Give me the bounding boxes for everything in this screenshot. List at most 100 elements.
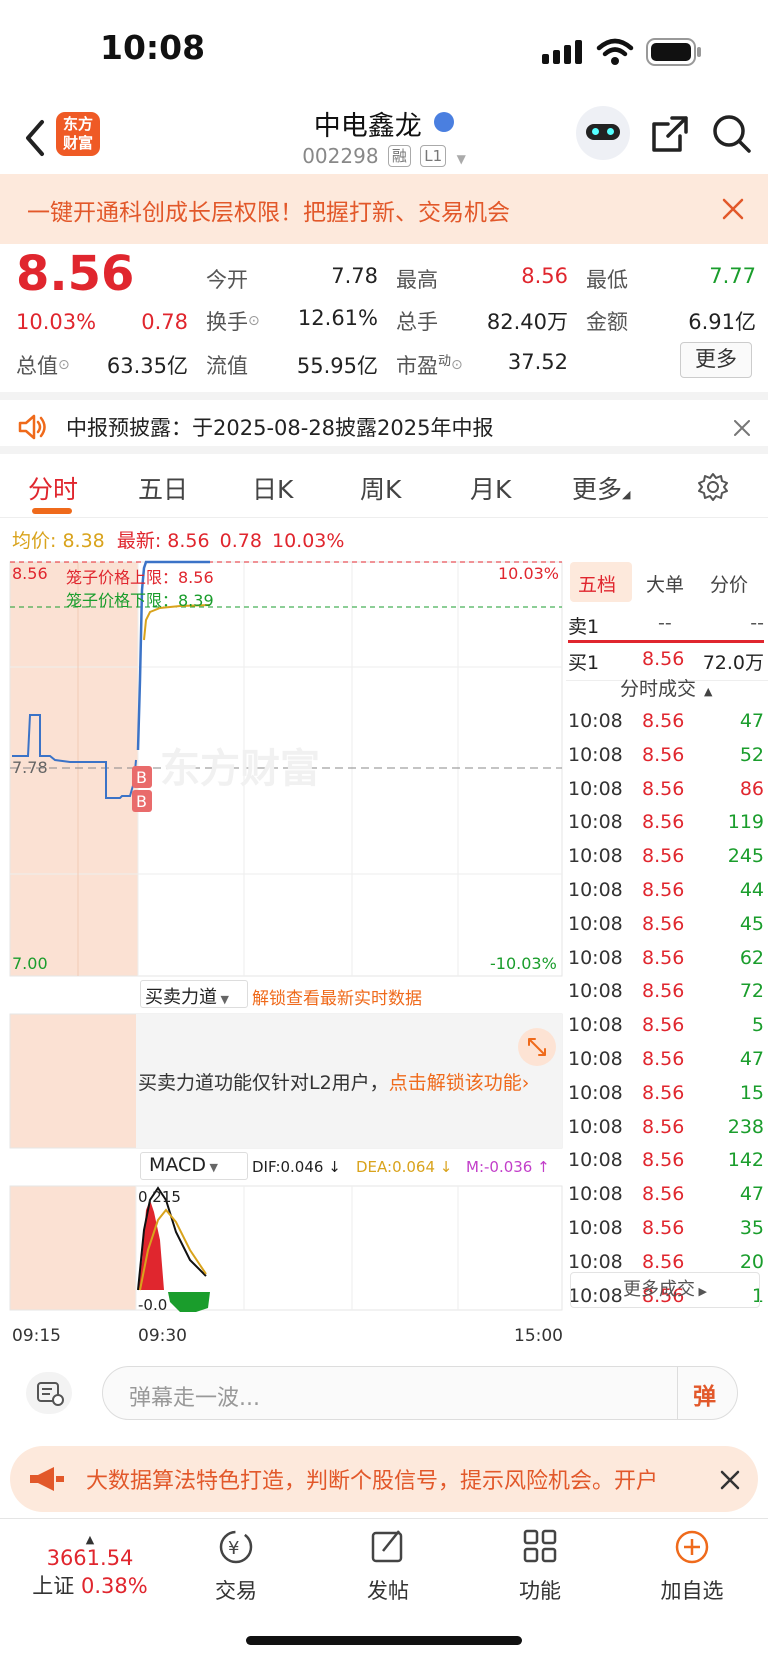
subtab-big-orders[interactable]: 大单 [646,570,684,597]
time-start: 09:15 [12,1326,61,1346]
nav-post[interactable]: 发帖 [328,1527,448,1605]
trade-price: 8.56 [642,1014,685,1037]
mktcap-value: 63.35亿 [106,354,188,378]
close-icon[interactable] [722,198,744,220]
trade-time: 10:08 [568,879,623,901]
tab-more[interactable]: 更多◢ [572,470,630,506]
tab-intraday[interactable]: 分时 [28,470,78,506]
low-label: 最低 [586,268,628,292]
tab-five-day[interactable]: 五日 [138,470,188,506]
danmu-settings-icon[interactable] [26,1372,72,1414]
nav-functions[interactable]: 功能 [480,1527,600,1605]
trade-price: 8.56 [642,811,685,834]
tab-weekly-k[interactable]: 周K [360,470,401,506]
tab-daily-k[interactable]: 日K [252,470,293,506]
trade-time: 10:08 [568,980,623,1003]
trade-row: 10:08 8.56 86 [566,774,768,808]
assistant-avatar-icon[interactable] [576,106,630,160]
trades-title[interactable]: 分时成交 ▲ [620,674,712,701]
trade-price: 8.56 [642,1081,685,1104]
last-price: 8.56 [16,246,135,302]
search-icon[interactable] [712,114,752,154]
settings-gear-icon[interactable] [698,472,728,502]
volume-value: 82.40万 [486,310,568,334]
trade-volume: 47 [739,1048,764,1070]
danmu-input[interactable]: 弹幕走一波... 弹 [102,1366,738,1420]
change-amount: 0.78 [141,310,188,334]
promo-banner[interactable]: 一键开通科创成长层权限！把握打新、交易机会 [0,174,768,244]
buy1-row: 买1 8.56 72.0万 [568,648,764,674]
megaphone-icon [30,1467,64,1491]
nav-index[interactable]: ▲ 3661.54 上证 0.38% [20,1533,160,1600]
speaker-icon [18,414,46,440]
change-percent: 10.03% [16,310,97,334]
axis-min-pct: -10.03% [490,954,557,973]
danmu-send-button[interactable]: 弹 [693,1377,716,1411]
share-icon[interactable] [650,114,690,154]
home-indicator [246,1636,522,1645]
more-trades-button[interactable]: 更多成交 ▶ [570,1272,760,1308]
axis-max-pct: 10.03% [498,564,560,583]
lower-limit-label: 笼子价格下限：8.39 [66,591,214,610]
order-book-panel: 五档 大单 分价 卖1 -- -- 买1 8.56 72.0万 分时成交 ▲ 10… [566,560,768,1320]
power-unlock-link[interactable]: 解锁查看最新实时数据 [252,984,422,1009]
float-label: 流值 [206,354,248,378]
macd-axis-top: 0.215 [138,1188,181,1206]
trade-price: 8.56 [642,946,685,969]
macd-dea: DEA:0.064 ↓ [356,1158,453,1176]
close-icon[interactable] [720,1470,740,1490]
pre-market-shade [10,1014,136,1148]
trade-row: 10:08 8.56 52 [566,740,768,774]
trade-price: 8.56 [642,980,685,1003]
power-unlock-action[interactable]: 点击解锁该功能 [389,1072,522,1094]
margin-tag: 融 [387,145,411,167]
trade-price: 8.56 [642,1250,685,1273]
trade-volume: 20 [739,1250,764,1273]
signal-icon [542,40,582,64]
macd-select[interactable]: MACD ▼ [140,1152,248,1180]
nav-trade[interactable]: ¥ 交易 [176,1527,296,1605]
trade-volume: 35 [739,1217,764,1239]
trade-volume: 15 [739,1081,764,1104]
buy-marker-label: B [136,768,147,787]
trade-price: 8.56 [642,1115,685,1138]
trade-time: 10:08 [568,946,623,969]
subtab-price-dist[interactable]: 分价 [710,570,748,597]
intraday-chart[interactable]: 东方财富 B B 8.56 笼子价格上限：8.56 笼子价格下限：8.39 7.… [0,560,566,1346]
trade-price: 8.56 [642,710,685,732]
trade-time: 10:08 [568,1149,623,1172]
tab-monthly-k[interactable]: 月K [470,470,511,506]
watermark: 东方财富 [160,746,320,792]
intraday-chart-svg: 东方财富 B B [9,560,563,1312]
trade-row: 10:08 8.56 5 [566,1010,768,1044]
edit-post-icon [371,1530,403,1563]
buy-marker-label: B [136,792,147,811]
pre-market-shade [10,1186,136,1310]
power-indicator-select[interactable]: 买卖力道 ▼ [140,980,248,1008]
axis-mid-price: 7.78 [12,758,48,777]
trade-volume: 44 [739,879,764,901]
trade-time: 10:08 [568,1081,623,1104]
expand-icon[interactable] [518,1028,556,1066]
trade-row: 10:08 8.56 47 [566,1179,768,1213]
trade-volume: 47 [739,710,764,732]
ad-banner[interactable]: 大数据算法特色打造，判断个股信号，提示风险机会。开户 [10,1446,758,1512]
open-label: 今开 [206,268,248,292]
trade-volume: 245 [727,845,764,868]
close-icon[interactable] [734,420,750,436]
info-icon: ⊙ [451,357,463,373]
info-icon: ⊙ [248,313,260,329]
notice-bar[interactable]: 中报预披露：于2025-08-28披露2025年中报 [0,392,768,454]
nav-add-watchlist[interactable]: 加自选 [632,1527,752,1605]
trade-volume: 86 [739,777,764,800]
trade-volume: 62 [739,946,764,969]
subtab-order-book[interactable]: 五档 [578,570,616,597]
trade-row: 10:08 8.56 45 [566,909,768,943]
trade-row: 10:08 8.56 15 [566,1078,768,1112]
promo-text: 一键开通科创成长层权限！把握打新、交易机会 [27,200,510,226]
trade-price: 8.56 [642,845,685,868]
trade-row: 10:08 8.56 35 [566,1213,768,1247]
low-value: 7.77 [709,264,756,288]
more-button[interactable]: 更多 [680,342,752,378]
trade-row: 10:08 8.56 47 [566,1044,768,1078]
